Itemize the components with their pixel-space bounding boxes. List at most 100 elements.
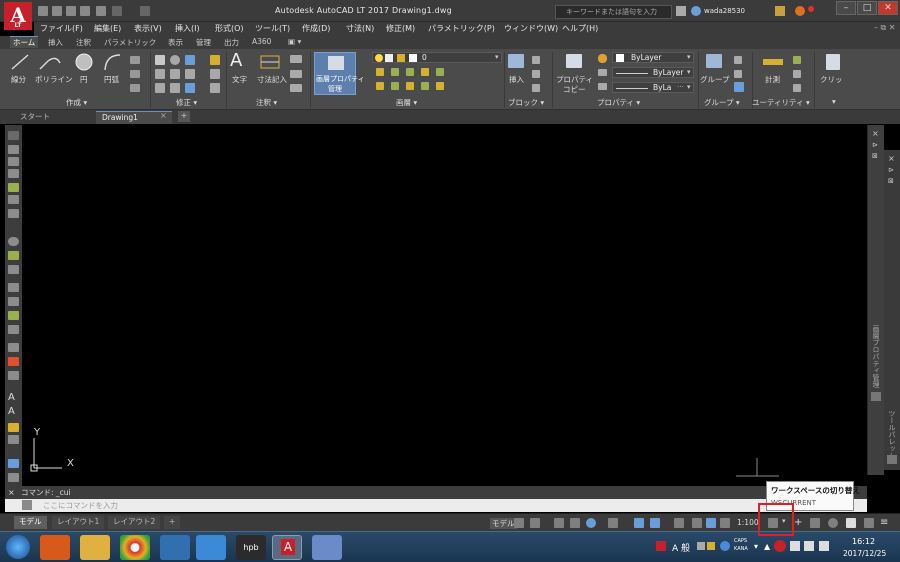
network-icon[interactable] [819, 541, 829, 551]
menu-tools[interactable]: ツール(T) [255, 23, 290, 34]
insert-block-tool-icon[interactable] [8, 311, 19, 320]
spell-check-tool-icon[interactable] [8, 435, 19, 444]
table-icon[interactable] [290, 84, 302, 92]
command-close-icon[interactable]: × [8, 488, 15, 497]
rectangle-icon[interactable] [130, 56, 140, 64]
tab-layout1[interactable]: レイアウト1 [52, 516, 105, 529]
isolate-objects-icon[interactable] [846, 518, 856, 528]
autocad-taskbar-icon[interactable]: A [272, 535, 302, 560]
tab-view[interactable]: 表示 [168, 37, 183, 48]
fullscreen-icon[interactable] [864, 518, 874, 528]
move-icon[interactable] [155, 55, 165, 65]
panel-label-draw[interactable]: 作成 ▾ [66, 97, 87, 108]
calculator-icon[interactable] [793, 84, 801, 92]
layer-tool-icon[interactable] [436, 68, 444, 76]
multileader-icon[interactable] [290, 70, 302, 78]
circle-tool-icon[interactable] [8, 237, 19, 246]
ime-dictionary-icon[interactable] [707, 542, 715, 550]
rectangle-tool-icon[interactable] [8, 195, 19, 204]
add-layout-button[interactable]: + [164, 516, 181, 529]
fillet-icon[interactable] [185, 69, 195, 79]
stretch-icon[interactable] [155, 83, 165, 93]
tab-layout2[interactable]: レイアウト2 [108, 516, 161, 529]
transparency-icon[interactable] [674, 518, 684, 528]
region-tool-icon[interactable] [8, 371, 19, 380]
create-block-icon[interactable] [532, 56, 540, 64]
panel-label-modify[interactable]: 修正 ▾ [176, 97, 197, 108]
menu-format[interactable]: 形式(O) [215, 23, 244, 34]
layer-tool-icon[interactable] [391, 68, 399, 76]
close-tab-icon[interactable]: × [160, 111, 167, 120]
arc-icon[interactable] [102, 52, 122, 72]
osnap-icon[interactable] [634, 518, 644, 528]
drawing-canvas[interactable]: Y X [22, 125, 867, 482]
tab-start[interactable]: スタート [14, 111, 56, 124]
panel-label-groups[interactable]: グループ ▾ [704, 97, 740, 108]
region-icon[interactable] [130, 84, 140, 92]
close-palette-icon[interactable]: × [872, 129, 879, 138]
search-input[interactable]: キーワードまたは語句を入力 [555, 5, 672, 19]
layer-tool-icon[interactable] [421, 68, 429, 76]
rotate-icon[interactable] [170, 55, 180, 65]
application-menu-button[interactable]: A LT [4, 2, 32, 30]
new-tab-button[interactable]: + [178, 111, 190, 122]
properties-icon[interactable]: ⊠ [888, 177, 894, 185]
text-style-tool-icon[interactable] [8, 459, 19, 468]
text-icon[interactable]: A [230, 50, 242, 71]
copy-icon[interactable] [155, 69, 165, 79]
auto-scale-icon[interactable] [706, 518, 716, 528]
point-icon[interactable] [793, 56, 801, 64]
layer-tool-icon[interactable] [436, 82, 444, 90]
ime-indicator[interactable]: A 般 [672, 541, 690, 554]
insert-block-icon[interactable] [508, 54, 524, 68]
leader-icon[interactable] [290, 55, 302, 63]
tab-parametric[interactable]: パラメトリック [104, 37, 156, 48]
scale-icon[interactable] [170, 83, 180, 93]
media-player-icon[interactable] [40, 535, 70, 560]
explode-icon[interactable] [210, 69, 220, 79]
explorer-icon[interactable] [80, 535, 110, 560]
lineweight-dropdown[interactable]: ByLayer ▾ [612, 67, 694, 78]
menu-insert[interactable]: 挿入(I) [175, 23, 200, 34]
ellipse-tool-icon[interactable] [8, 283, 19, 292]
internet-explorer-icon[interactable] [196, 535, 226, 560]
auto-hide-icon[interactable]: ⊳ [872, 141, 878, 149]
lineweight-toggle-icon[interactable] [650, 518, 660, 528]
binoculars-icon[interactable] [676, 6, 686, 16]
line-tool-icon[interactable] [8, 145, 19, 154]
panel-label-clipboard[interactable]: ▾ [832, 97, 836, 106]
save-as-icon[interactable] [80, 6, 90, 16]
menu-view[interactable]: 表示(V) [134, 23, 162, 34]
ellipse-arc-tool-icon[interactable] [8, 297, 19, 306]
layer-tool-icon[interactable] [391, 82, 399, 90]
help-icon[interactable] [795, 6, 805, 16]
paint-icon[interactable] [312, 535, 342, 560]
point-tool-icon[interactable] [8, 343, 19, 352]
maximize-button[interactable]: □ [857, 1, 877, 15]
annotation-visibility-icon[interactable] [692, 518, 702, 528]
erase-icon[interactable] [210, 55, 220, 65]
layer-tool-icon[interactable] [376, 68, 384, 76]
ortho-icon[interactable] [554, 518, 564, 528]
autodesk-tray-icon[interactable] [774, 540, 786, 552]
doc-window-controls[interactable]: – ⧉ ✕ [874, 23, 896, 33]
undo-icon[interactable] [112, 6, 122, 16]
polyline-icon[interactable] [38, 53, 62, 71]
palette-settings-icon[interactable] [871, 392, 881, 401]
tab-annotate[interactable]: 注釈 [76, 37, 91, 48]
panel-label-layers[interactable]: 画層 ▾ [396, 97, 417, 108]
circle-icon[interactable] [74, 52, 94, 72]
mtext-tool-icon[interactable]: A [8, 407, 19, 417]
dimension-tool-icon[interactable] [8, 423, 19, 432]
ime-tool-icon[interactable] [697, 542, 705, 550]
clock-date[interactable]: 2017/12/25 [843, 549, 886, 558]
quick-properties-icon[interactable] [828, 518, 838, 528]
xline-tool-icon[interactable] [8, 157, 19, 166]
isodraft-icon[interactable] [586, 518, 596, 528]
tab-insert[interactable]: 挿入 [48, 37, 63, 48]
group-select-icon[interactable] [734, 82, 744, 92]
menu-window[interactable]: ウィンドウ(W) [504, 23, 558, 34]
panel-label-properties[interactable]: プロパティ ▾ [597, 97, 640, 108]
annotation-scale-value[interactable]: 1:100 [737, 518, 759, 527]
mirror-icon[interactable] [170, 69, 180, 79]
